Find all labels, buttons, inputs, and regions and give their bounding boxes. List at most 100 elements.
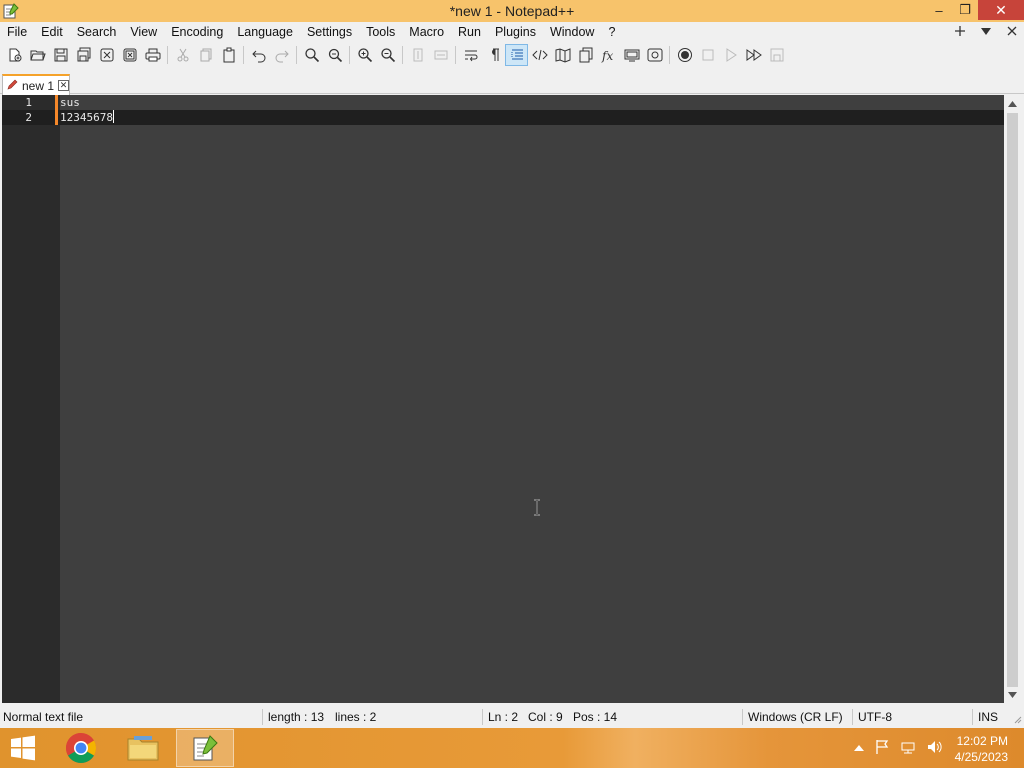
menu-file[interactable]: File	[0, 22, 34, 43]
scroll-down-arrow-icon[interactable]	[1004, 686, 1021, 703]
menu-encoding[interactable]: Encoding	[164, 22, 230, 43]
redo-button[interactable]	[270, 44, 293, 66]
save-all-button[interactable]	[72, 44, 95, 66]
close-x-icon[interactable]	[1006, 22, 1018, 43]
menu-settings[interactable]: Settings	[300, 22, 359, 43]
chrome-icon	[65, 733, 97, 764]
start-button[interactable]	[0, 729, 52, 767]
menu-search[interactable]: Search	[70, 22, 124, 43]
status-mode[interactable]: INS	[978, 710, 998, 724]
html-tag-button[interactable]	[528, 44, 551, 66]
taskbar-notepad-plus-plus[interactable]	[176, 729, 234, 767]
play-macro-button[interactable]	[719, 44, 742, 66]
document-list-button[interactable]	[574, 44, 597, 66]
taskbar-chrome[interactable]	[52, 729, 110, 767]
menu-plugins[interactable]: Plugins	[488, 22, 543, 43]
undo-button[interactable]	[247, 44, 270, 66]
replace-button[interactable]	[323, 44, 346, 66]
save-all-icon	[77, 47, 90, 62]
menu-macro[interactable]: Macro	[402, 22, 451, 43]
menu-bar: File Edit Search View Encoding Language …	[0, 22, 1024, 43]
taskbar-file-explorer[interactable]	[114, 729, 172, 767]
dropdown-triangle-icon[interactable]	[980, 22, 992, 43]
paste-button[interactable]	[217, 44, 240, 66]
taskbar-clock[interactable]: 12:02 PM 4/25/2023	[955, 733, 1008, 765]
minimize-button[interactable]: ‒	[926, 0, 952, 20]
menu-edit[interactable]: Edit	[34, 22, 70, 43]
new-file-button[interactable]	[3, 44, 26, 66]
text-editor[interactable]: 1 sus 2 12345678	[2, 95, 1004, 703]
menu-view[interactable]: View	[123, 22, 164, 43]
sync-horizontal-button[interactable]	[429, 44, 452, 66]
show-hidden-icons-icon[interactable]	[854, 741, 864, 755]
editor-line-current[interactable]: 2 12345678	[2, 110, 1004, 125]
word-wrap-button[interactable]	[459, 44, 482, 66]
vertical-scrollbar[interactable]	[1004, 95, 1021, 703]
print-button[interactable]	[141, 44, 164, 66]
sync-vertical-icon	[413, 48, 422, 62]
status-encoding[interactable]: UTF-8	[858, 710, 892, 724]
indent-guide-button[interactable]	[505, 44, 528, 66]
word-wrap-icon	[464, 50, 477, 62]
indent-guide-icon	[511, 49, 523, 60]
cut-button[interactable]	[171, 44, 194, 66]
function-list-button[interactable]: fx	[597, 44, 620, 66]
toolbar-separator	[296, 46, 297, 64]
volume-icon[interactable]	[926, 739, 942, 758]
close-file-button[interactable]	[95, 44, 118, 66]
modified-line-marker	[55, 110, 58, 125]
copy-button[interactable]	[194, 44, 217, 66]
status-lines: lines : 2	[335, 710, 377, 724]
folder-as-workspace-button[interactable]	[620, 44, 643, 66]
action-center-flag-icon[interactable]	[874, 739, 890, 758]
monitoring-button[interactable]	[643, 44, 666, 66]
menu-language[interactable]: Language	[230, 22, 300, 43]
undo-icon	[251, 50, 265, 63]
tab-new-1[interactable]: new 1 ✕	[2, 74, 70, 95]
resize-grip-icon[interactable]	[1012, 713, 1022, 727]
close-all-button[interactable]	[118, 44, 141, 66]
status-separator	[482, 709, 483, 725]
paste-icon	[223, 47, 234, 63]
zoom-out-icon	[380, 48, 395, 63]
scroll-up-arrow-icon[interactable]	[1004, 95, 1021, 112]
status-separator	[852, 709, 853, 725]
tab-close-button[interactable]: ✕	[58, 80, 70, 91]
replace-icon	[328, 48, 342, 63]
svg-text:fx: fx	[601, 49, 613, 63]
editor-line[interactable]: 1 sus	[2, 95, 1004, 110]
title-bar[interactable]: *new 1 - Notepad++ ‒ ❐ ✕	[0, 0, 1024, 22]
document-map-icon	[555, 48, 570, 63]
show-all-chars-button[interactable]	[482, 44, 505, 66]
toolbar: fx	[0, 43, 1024, 67]
record-macro-button[interactable]	[673, 44, 696, 66]
zoom-in-button[interactable]	[353, 44, 376, 66]
plus-icon[interactable]	[954, 22, 966, 43]
close-button[interactable]: ✕	[978, 0, 1024, 20]
find-button[interactable]	[300, 44, 323, 66]
restore-button[interactable]: ❐	[952, 0, 978, 20]
zoom-out-button[interactable]	[376, 44, 399, 66]
windows-start-icon	[11, 735, 35, 761]
sync-vertical-button[interactable]	[406, 44, 429, 66]
save-button[interactable]	[49, 44, 72, 66]
stop-record-button[interactable]	[696, 44, 719, 66]
scrollbar-thumb[interactable]	[1007, 113, 1018, 687]
save-macro-button[interactable]	[765, 44, 788, 66]
status-separator	[972, 709, 973, 725]
status-eol[interactable]: Windows (CR LF)	[748, 710, 843, 724]
file-explorer-icon	[127, 736, 159, 761]
menu-help[interactable]: ?	[601, 22, 622, 43]
document-map-button[interactable]	[551, 44, 574, 66]
network-icon[interactable]	[900, 739, 916, 758]
modified-line-marker	[55, 95, 58, 110]
toolbar-separator	[243, 46, 244, 64]
run-macro-multiple-button[interactable]	[742, 44, 765, 66]
find-icon	[304, 48, 319, 63]
open-file-button[interactable]	[26, 44, 49, 66]
status-length: length : 13	[268, 710, 325, 724]
menu-window[interactable]: Window	[543, 22, 601, 43]
menu-tools[interactable]: Tools	[359, 22, 402, 43]
menu-run[interactable]: Run	[451, 22, 488, 43]
html-tag-icon	[531, 49, 548, 61]
